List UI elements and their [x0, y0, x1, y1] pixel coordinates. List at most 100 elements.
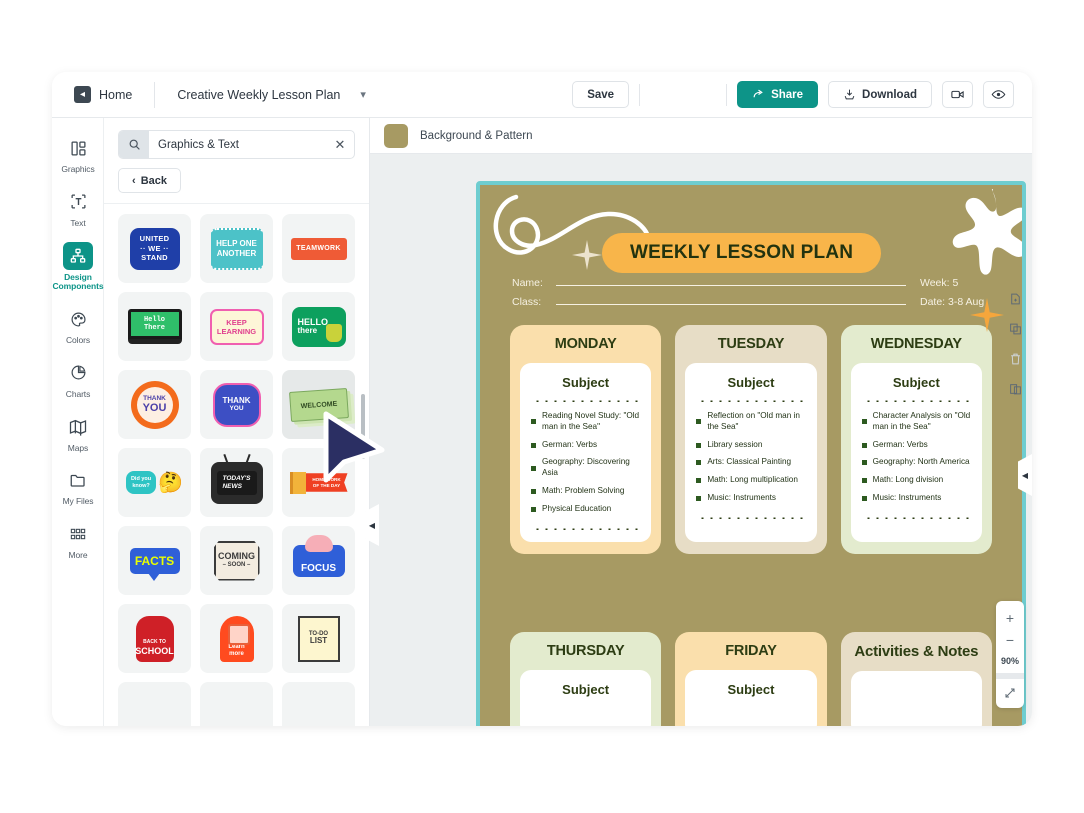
day-name: WEDNESDAY [870, 336, 962, 352]
chevron-down-icon[interactable]: ▾ [360, 88, 366, 101]
sticker-keep-learning[interactable]: KEEP LEARNING [200, 292, 273, 361]
task-item[interactable]: Math: Problem Solving [531, 486, 640, 497]
bullet-icon [531, 419, 536, 425]
task-item[interactable]: Math: Long multiplication [696, 475, 805, 486]
day-card-wednesday[interactable]: WEDNESDAY Subject Character Analysis on … [840, 325, 992, 554]
class-field-row[interactable]: Class: [512, 296, 906, 308]
save-button[interactable]: Save [572, 81, 630, 108]
sticker-art: Learn more [219, 615, 254, 662]
sidebar-item-graphics[interactable]: Graphics [52, 134, 104, 175]
day-card-inner: Subject Reading Novel Study: "Old man in… [520, 362, 652, 542]
day-name: THURSDAY [546, 643, 625, 659]
task-item[interactable]: Geography: North America [861, 457, 971, 468]
sticker-thank-you-badge[interactable]: THANK YOU [200, 370, 273, 439]
map-icon [63, 413, 93, 441]
sticker-homework-of-the-day[interactable]: HOMEWORK OF THE DAY [282, 448, 355, 517]
task-item[interactable]: Physical Education [531, 504, 640, 515]
task-item[interactable]: German: Verbs [531, 440, 640, 451]
page-title[interactable]: WEEKLY LESSON PLAN [602, 233, 882, 273]
fit-screen-button[interactable] [1004, 681, 1016, 708]
sticker-did-you-know[interactable]: Did you know? 🤔 [118, 448, 191, 517]
sticker-hello-there-laptop[interactable]: Hello There [118, 292, 191, 361]
search-input[interactable] [149, 131, 326, 158]
sticker-hello-there-green[interactable]: HELLO there [282, 292, 355, 361]
sidebar-item-colors[interactable]: Colors [52, 305, 104, 346]
copy-style-icon[interactable] [1009, 382, 1022, 401]
task-item[interactable]: Character Analysis on "Old man in the Se… [861, 411, 971, 433]
download-icon [844, 89, 855, 100]
sidebar-item-charts[interactable]: Charts [52, 359, 104, 400]
sidebar-item-text[interactable]: Text [52, 188, 104, 229]
sidebar-item-my-files[interactable]: My Files [52, 466, 104, 507]
zoom-in-button[interactable]: + [1006, 607, 1014, 629]
design-stage[interactable]: WEEKLY LESSON PLAN Name: Class: Week: 5 … [370, 154, 1032, 726]
back-button[interactable]: ‹ Back [118, 168, 181, 193]
sidebar-item-more[interactable]: More [52, 520, 104, 561]
sticker-placeholder[interactable] [118, 682, 191, 726]
share-button[interactable]: Share [737, 81, 819, 108]
sticker-welcome[interactable]: WELCOME [282, 370, 355, 439]
sticker-art: Hello There [127, 308, 182, 345]
task-item[interactable]: German: Verbs [861, 440, 971, 451]
task-item[interactable]: Reading Novel Study: "Old man in the Sea… [531, 411, 640, 433]
sticker-todays-news[interactable]: TODAY'S NEWS [200, 448, 273, 517]
sidebar-item-label: Graphics [61, 164, 95, 174]
sticker-grid: UNITED ·· WE ·· STAND HELP ONE ANOTHER TEAM… [118, 214, 355, 726]
dotted-divider [863, 396, 969, 402]
zoom-level[interactable]: 90% [1001, 651, 1019, 671]
preview-button[interactable] [983, 81, 1014, 108]
add-page-icon[interactable] [1009, 292, 1022, 311]
sidebar-item-design-components[interactable]: Design Components [52, 241, 104, 293]
day-card-thursday[interactable]: THURSDAY Subject [510, 632, 662, 726]
task-item[interactable]: Music: Instruments [861, 493, 971, 504]
duplicate-page-icon[interactable] [1009, 322, 1022, 341]
task-item[interactable]: Reflection on "Old man in the Sea" [696, 411, 805, 433]
task-item[interactable]: Music: Instruments [696, 493, 805, 504]
sticker-back-to-school[interactable]: BACK TO SCHOOL [118, 604, 191, 673]
sticker-help-one-another[interactable]: HELP ONE ANOTHER [200, 214, 273, 283]
redo-button[interactable] [688, 81, 716, 108]
sidebar-item-maps[interactable]: Maps [52, 413, 104, 454]
week-text: Week: 5 [920, 277, 959, 289]
sidebar-item-label: Colors [66, 335, 90, 346]
home-button[interactable]: ◂ Home [74, 86, 132, 103]
task-item[interactable]: Arts: Classical Painting [696, 457, 805, 468]
record-button[interactable] [942, 81, 973, 108]
day-card-monday[interactable]: MONDAY Subject Reading Novel Study: "Old… [510, 325, 662, 554]
task-item[interactable]: Library session [696, 440, 805, 451]
zoom-out-button[interactable]: − [1006, 629, 1014, 651]
download-button[interactable]: Download [828, 81, 932, 108]
task-text: Arts: Classical Painting [707, 457, 792, 467]
panel-scrollbar[interactable] [361, 394, 365, 459]
toolbar-divider [639, 83, 641, 106]
sticker-art: WELCOME [288, 387, 349, 422]
task-item[interactable]: Math: Long division [861, 475, 971, 486]
task-text: Music: Instruments [872, 493, 942, 503]
bullet-icon [696, 495, 702, 501]
day-card-tuesday[interactable]: TUESDAY Subject Reflection on "Old man i… [675, 325, 827, 554]
name-field-row[interactable]: Name: [512, 277, 906, 289]
sticker-facts[interactable]: FACTS [118, 526, 191, 595]
sticker-to-do-list[interactable]: TO-DO LIST [282, 604, 355, 673]
sticker-focus[interactable]: FOCUS [282, 526, 355, 595]
design-page[interactable]: WEEKLY LESSON PLAN Name: Class: Week: 5 … [476, 181, 1026, 726]
background-swatch[interactable] [384, 123, 408, 148]
close-icon[interactable]: ✕ [326, 137, 354, 153]
sticker-art: HELP ONE ANOTHER [210, 227, 263, 270]
sticker-thank-you-round[interactable]: THANK YOU [118, 370, 191, 439]
sticker-united-we-stand[interactable]: UNITED ·· WE ·· STAND [118, 214, 191, 283]
undo-button[interactable] [650, 81, 678, 108]
sticker-grid-scroll[interactable]: UNITED ·· WE ·· STAND HELP ONE ANOTHER TEAM… [104, 204, 369, 726]
sticker-coming-soon[interactable]: COMING – SOON – [200, 526, 273, 595]
task-item[interactable]: Geography: Discovering Asia [531, 457, 640, 479]
day-card-activities-notes[interactable]: Activities & Notes [840, 632, 992, 726]
sticker-placeholder[interactable] [200, 682, 273, 726]
collapse-left-icon: ◀ [368, 520, 376, 530]
day-card-friday[interactable]: FRIDAY Subject [675, 632, 827, 726]
sticker-learn-more[interactable]: Learn more [200, 604, 273, 673]
app-window: ◂ Home Creative Weekly Lesson Plan ▾ Sav… [52, 72, 1032, 726]
task-text: Library session [707, 439, 763, 449]
sticker-placeholder[interactable] [282, 682, 355, 726]
sticker-teamwork[interactable]: TEAMWORK [282, 214, 355, 283]
day-name: FRIDAY [725, 643, 777, 659]
